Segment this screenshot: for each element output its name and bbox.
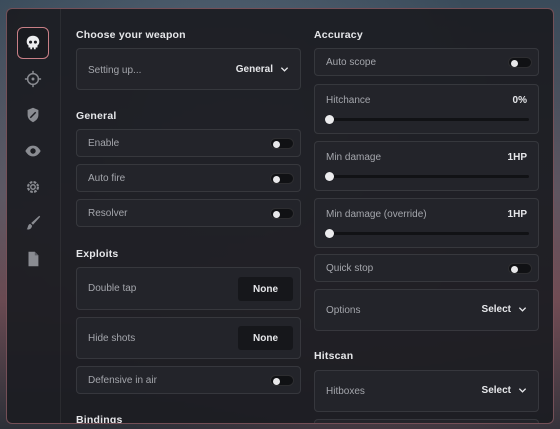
nav-file[interactable]	[17, 243, 49, 275]
shield-icon	[27, 107, 39, 123]
nav-gear[interactable]	[17, 171, 49, 203]
enable-label: Enable	[88, 138, 120, 149]
nav-shield[interactable]	[17, 99, 49, 131]
mindamage-value: 1HP	[507, 152, 527, 163]
autofire-label: Auto fire	[88, 173, 126, 184]
nav-skull[interactable]	[17, 27, 49, 59]
exploits-section-title: Exploits	[76, 248, 119, 260]
defensive-label: Defensive in air	[88, 375, 157, 386]
hideshots-key-button[interactable]: None	[238, 326, 293, 350]
hitscan-section-title: Hitscan	[314, 350, 354, 362]
nav-crosshair[interactable]	[17, 63, 49, 95]
hitboxes-value: Select	[482, 385, 527, 396]
skull-icon	[26, 35, 40, 50]
next-row-partial	[314, 419, 539, 423]
mindamage-row: Min damage 1HP	[314, 141, 539, 191]
options-label: Options	[326, 305, 361, 316]
hitchance-label: Hitchance	[326, 95, 371, 106]
defensive-toggle[interactable]	[270, 375, 294, 386]
hitboxes-label: Hitboxes	[326, 386, 365, 397]
chevron-down-icon	[518, 388, 527, 393]
weapon-value: General	[236, 64, 289, 75]
options-value: Select	[482, 304, 527, 315]
chevron-down-icon	[518, 307, 527, 312]
mindamage-label: Min damage	[326, 152, 382, 163]
hideshots-row: Hide shots None	[76, 317, 301, 359]
sidebar	[7, 9, 61, 423]
options-value-text: Select	[481, 304, 511, 315]
general-section-title: General	[76, 110, 117, 122]
eye-icon	[25, 145, 41, 157]
resolver-row[interactable]: Resolver	[76, 199, 301, 227]
quickstop-row[interactable]: Quick stop	[314, 254, 539, 282]
enable-toggle[interactable]	[270, 138, 294, 149]
mindamage-override-value: 1HP	[507, 209, 527, 220]
hitchance-slider-track[interactable]	[326, 118, 529, 121]
weapon-dropdown[interactable]: Setting up... General	[76, 48, 301, 90]
enable-row[interactable]: Enable	[76, 129, 301, 157]
gear-icon	[26, 180, 40, 194]
autoscope-row[interactable]: Auto scope	[314, 48, 539, 76]
defensive-row[interactable]: Defensive in air	[76, 366, 301, 394]
hitchance-value: 0%	[512, 95, 527, 106]
mindamage-override-slider-knob[interactable]	[325, 229, 334, 238]
quickstop-toggle[interactable]	[508, 263, 532, 274]
hitboxes-dropdown[interactable]: Hitboxes Select	[314, 370, 539, 412]
resolver-toggle[interactable]	[270, 208, 294, 219]
doubletap-key-button[interactable]: None	[238, 277, 293, 301]
menu-window: Choose your weapon Setting up... General…	[6, 8, 554, 424]
doubletap-row: Double tap None	[76, 267, 301, 310]
doubletap-label: Double tap	[88, 283, 137, 294]
crosshair-icon	[24, 70, 42, 88]
mindamage-override-row: Min damage (override) 1HP	[314, 198, 539, 248]
mindamage-override-slider-track[interactable]	[326, 232, 529, 235]
weapon-label: Setting up...	[88, 65, 142, 76]
nav-brush[interactable]	[17, 207, 49, 239]
accuracy-section-title: Accuracy	[314, 29, 363, 41]
resolver-label: Resolver	[88, 208, 128, 219]
mindamage-slider-knob[interactable]	[325, 172, 334, 181]
file-icon	[28, 251, 39, 267]
options-dropdown[interactable]: Options Select	[314, 289, 539, 331]
hitboxes-value-text: Select	[481, 385, 511, 396]
quickstop-label: Quick stop	[326, 263, 374, 274]
brush-icon	[26, 215, 41, 230]
mindamage-override-label: Min damage (override)	[326, 209, 427, 220]
autoscope-label: Auto scope	[326, 57, 377, 68]
hitchance-slider-knob[interactable]	[325, 115, 334, 124]
weapon-section-title: Choose your weapon	[76, 29, 186, 41]
autoscope-toggle[interactable]	[508, 57, 532, 68]
bindings-section-title: Bindings	[76, 414, 123, 424]
hideshots-label: Hide shots	[88, 333, 136, 344]
nav-eye[interactable]	[17, 135, 49, 167]
mindamage-slider-track[interactable]	[326, 175, 529, 178]
chevron-down-icon	[280, 67, 289, 72]
autofire-toggle[interactable]	[270, 173, 294, 184]
hitchance-row: Hitchance 0%	[314, 84, 539, 134]
weapon-value-text: General	[235, 64, 273, 75]
autofire-row[interactable]: Auto fire	[76, 164, 301, 192]
